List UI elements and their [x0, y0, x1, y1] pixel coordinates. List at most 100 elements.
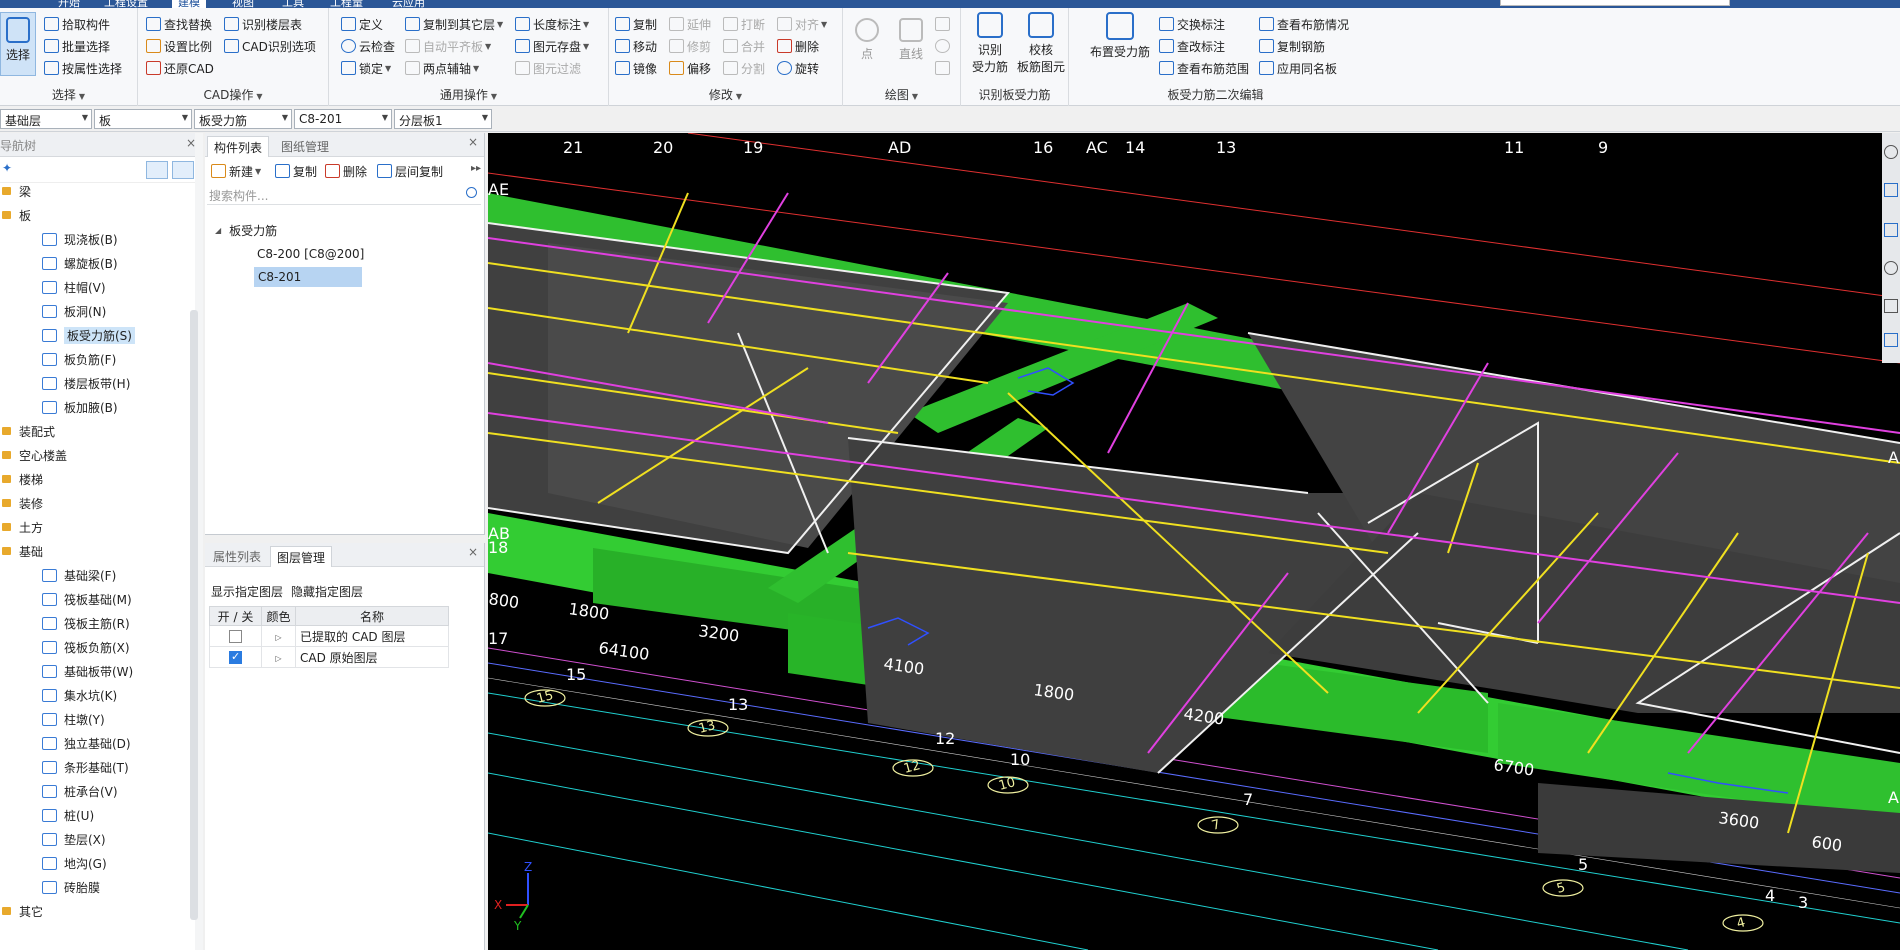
- nav-item[interactable]: 基础梁(F): [42, 565, 116, 585]
- layer-slab-select[interactable]: 分层板1 ▼: [394, 109, 492, 129]
- group-common-label[interactable]: 通用操作 ▼: [329, 86, 608, 103]
- nav-item[interactable]: 螺旋板(B): [42, 253, 118, 273]
- nav-item[interactable]: 筏板负筋(X): [42, 637, 130, 657]
- tab-view[interactable]: 视图: [232, 0, 254, 8]
- select-by-property-button[interactable]: 按属性选择: [44, 58, 122, 78]
- rect-draw-button[interactable]: [935, 58, 953, 78]
- nav-scrollbar[interactable]: [190, 310, 198, 920]
- zoom-icon[interactable]: [1884, 261, 1898, 275]
- find-replace-button[interactable]: 查找替换: [146, 14, 212, 34]
- extend-button[interactable]: 延伸: [669, 14, 711, 34]
- component-item-selected[interactable]: C8-201: [254, 267, 362, 287]
- list-view-icon[interactable]: [146, 161, 168, 179]
- pick-component-button[interactable]: 拾取构件: [44, 14, 110, 34]
- tab-tools[interactable]: 工具: [282, 0, 304, 8]
- swap-label-button[interactable]: 交换标注: [1159, 14, 1225, 34]
- break-button[interactable]: 打断: [723, 14, 765, 34]
- nav-folder[interactable]: 梁: [2, 181, 31, 201]
- tab-project-settings[interactable]: 工程设置: [104, 0, 148, 8]
- view-rebar-range-button[interactable]: 查看布筋范围: [1159, 58, 1249, 78]
- nav-item[interactable]: 柱墩(Y): [42, 709, 105, 729]
- display-settings-icon[interactable]: [1884, 299, 1898, 313]
- nav-folder[interactable]: 板: [2, 205, 31, 225]
- component-item[interactable]: C8-200 [C8@200]: [257, 244, 364, 264]
- layer-view-icon[interactable]: [1884, 223, 1898, 237]
- align-button[interactable]: 对齐 ▼: [777, 14, 827, 34]
- group-draw-label[interactable]: 绘图 ▼: [843, 86, 960, 103]
- grid-icon[interactable]: [1884, 333, 1898, 347]
- place-rebar-button[interactable]: 布置受力筋: [1087, 12, 1153, 60]
- nav-item[interactable]: 砖胎膜: [42, 877, 100, 897]
- copy-to-floor-button[interactable]: 复制到其它层 ▼: [405, 14, 503, 34]
- type-select[interactable]: 板受力筋 ▼: [194, 109, 292, 129]
- layer-toggle-checkbox[interactable]: [229, 650, 242, 664]
- nav-item[interactable]: 桩承台(V): [42, 781, 118, 801]
- tab-modeling[interactable]: 建模: [172, 0, 206, 8]
- check-label-button[interactable]: 查改标注: [1159, 36, 1225, 56]
- nav-folder[interactable]: 土方: [2, 517, 43, 537]
- orbit-icon[interactable]: [1884, 145, 1898, 159]
- nav-item[interactable]: 楼层板带(H): [42, 373, 130, 393]
- move-button[interactable]: 移动: [615, 36, 657, 56]
- nav-item[interactable]: 桩(U): [42, 805, 94, 825]
- select-button[interactable]: 选择: [0, 12, 36, 76]
- component-panel-close-icon[interactable]: ×: [468, 135, 478, 149]
- component-select[interactable]: C8-201 ▼: [294, 109, 392, 129]
- tab-layer-management[interactable]: 图层管理: [270, 546, 333, 567]
- line-draw-button[interactable]: 直线: [891, 12, 931, 62]
- auto-flush-slab-button[interactable]: 自动平齐板 ▼: [405, 36, 491, 56]
- category-select[interactable]: 板 ▼: [94, 109, 192, 129]
- collapse-icon[interactable]: ◢: [215, 226, 221, 235]
- offset-button[interactable]: 偏移: [669, 58, 711, 78]
- nav-item-selected[interactable]: 板受力筋(S): [42, 325, 135, 345]
- nav-folder[interactable]: 其它: [2, 901, 43, 921]
- expand-icon[interactable]: ▷: [275, 633, 281, 642]
- ribbon-search-input[interactable]: [1500, 0, 1730, 6]
- length-dimension-button[interactable]: 长度标注 ▼: [515, 14, 589, 34]
- nav-item[interactable]: 集水坑(K): [42, 685, 117, 705]
- cloud-check-button[interactable]: 云检查: [341, 36, 395, 56]
- group-modify-label[interactable]: 修改 ▼: [609, 86, 842, 103]
- tab-properties[interactable]: 属性列表: [207, 546, 267, 567]
- nav-item[interactable]: 板洞(N): [42, 301, 106, 321]
- mirror-button[interactable]: 镜像: [615, 58, 657, 78]
- nav-item[interactable]: 筏板主筋(R): [42, 613, 130, 633]
- nav-item[interactable]: 板负筋(F): [42, 349, 116, 369]
- table-row[interactable]: ▷ 已提取的 CAD 图层: [209, 625, 449, 647]
- component-tree-root[interactable]: ◢ 板受力筋: [215, 220, 277, 240]
- cad-options-button[interactable]: CAD识别选项: [224, 36, 316, 56]
- hide-layer-button[interactable]: 隐藏指定图层: [291, 583, 363, 600]
- new-component-button[interactable]: 新建 ▼: [211, 161, 261, 181]
- merge-button[interactable]: 合并: [723, 36, 765, 56]
- search-icon[interactable]: [466, 187, 477, 198]
- view-rebar-layout-button[interactable]: 查看布筋情况: [1259, 14, 1349, 34]
- trim-button[interactable]: 修剪: [669, 36, 711, 56]
- show-layer-button[interactable]: 显示指定图层: [211, 583, 283, 600]
- layer-toggle-checkbox[interactable]: [229, 630, 242, 643]
- lock-button[interactable]: 锁定 ▼: [341, 58, 391, 78]
- nav-item[interactable]: 地沟(G): [42, 853, 107, 873]
- nav-item[interactable]: 现浇板(B): [42, 229, 118, 249]
- copy-component-button[interactable]: 复制: [275, 161, 317, 181]
- verify-rebar-button[interactable]: 校核 板筋图元: [1013, 12, 1069, 75]
- copy-rebar-button[interactable]: 复制钢筋: [1259, 36, 1325, 56]
- batch-select-button[interactable]: 批量选择: [44, 36, 110, 56]
- split-button[interactable]: 分割: [723, 58, 765, 78]
- rotate-button[interactable]: 旋转: [777, 58, 819, 78]
- nav-item[interactable]: 独立基础(D): [42, 733, 131, 753]
- nav-item[interactable]: 垫层(X): [42, 829, 106, 849]
- floor-select[interactable]: 基础层 ▼: [0, 109, 92, 129]
- apply-same-slab-button[interactable]: 应用同名板: [1259, 58, 1337, 78]
- expand-icon[interactable]: ▷: [275, 654, 281, 663]
- nav-item[interactable]: 条形基础(T): [42, 757, 129, 777]
- nav-item[interactable]: 板加腋(B): [42, 397, 118, 417]
- element-storage-button[interactable]: 图元存盘 ▼: [515, 36, 589, 56]
- delete-button[interactable]: 删除: [777, 36, 819, 56]
- toolbar-more-icon[interactable]: ▸▸: [471, 163, 481, 174]
- set-scale-button[interactable]: 设置比例: [146, 36, 212, 56]
- table-row[interactable]: ▷ CAD 原始图层: [209, 646, 449, 668]
- identify-floor-table-button[interactable]: 识别楼层表: [224, 14, 302, 34]
- arc-draw-button[interactable]: [935, 14, 953, 34]
- nav-folder[interactable]: 楼梯: [2, 469, 43, 489]
- nav-folder[interactable]: 装配式: [2, 421, 55, 441]
